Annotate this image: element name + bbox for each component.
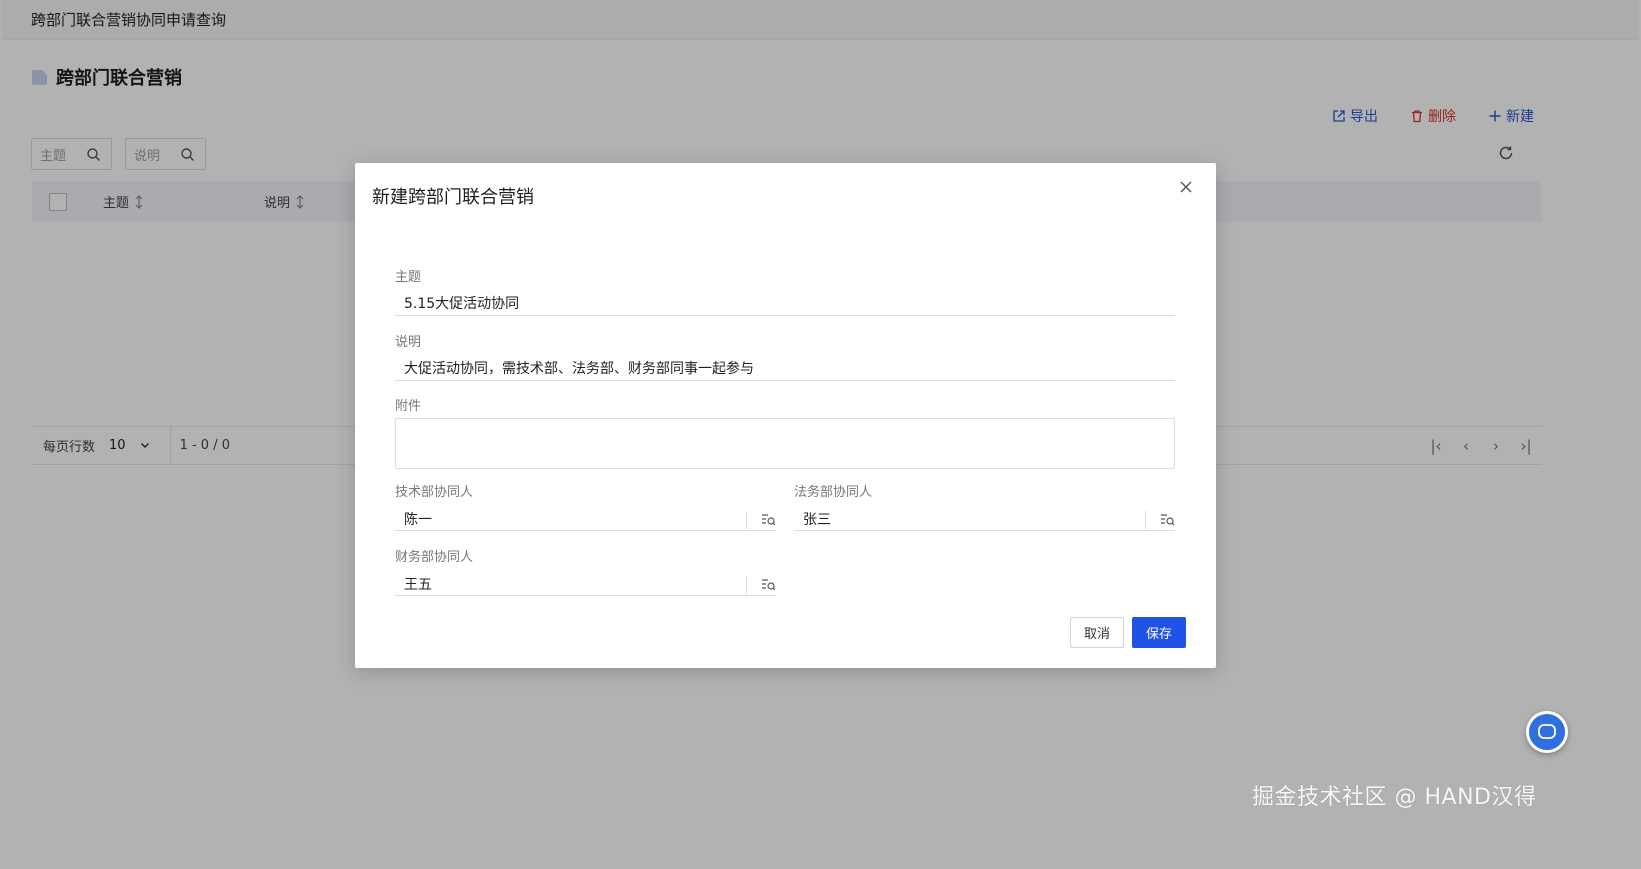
assistant-float-button[interactable] bbox=[1526, 711, 1568, 753]
lookup-icon[interactable] bbox=[746, 575, 776, 594]
description-label: 说明 bbox=[395, 335, 422, 350]
attachment-upload-area[interactable] bbox=[395, 418, 1175, 469]
tech-collaborator-field: 技术部协同人 陈一 bbox=[395, 481, 776, 531]
subject-label: 主题 bbox=[395, 270, 422, 285]
subject-field: 主题 5.15大促活动协同 bbox=[395, 266, 1175, 316]
description-input[interactable]: 大促活动协同，需技术部、法务部、财务部同事一起参与 bbox=[395, 359, 1175, 381]
close-icon[interactable] bbox=[1178, 179, 1194, 195]
watermark: 掘金技术社区 @ HAND汉得 bbox=[1252, 785, 1537, 810]
tech-collaborator-lookup[interactable]: 陈一 bbox=[395, 509, 776, 531]
finance-collaborator-field: 财务部协同人 王五 bbox=[395, 546, 776, 596]
chat-bot-icon bbox=[1538, 724, 1556, 739]
create-dialog: 新建跨部门联合营销 主题 5.15大促活动协同 说明 大促活动协同，需技术部、法… bbox=[355, 163, 1216, 668]
save-button[interactable]: 保存 bbox=[1132, 617, 1186, 648]
legal-collaborator-label: 法务部协同人 bbox=[794, 485, 873, 500]
description-field: 说明 大促活动协同，需技术部、法务部、财务部同事一起参与 bbox=[395, 331, 1175, 381]
cancel-button[interactable]: 取消 bbox=[1070, 617, 1124, 648]
finance-collaborator-lookup[interactable]: 王五 bbox=[395, 574, 776, 596]
tech-collaborator-value: 陈一 bbox=[404, 511, 432, 528]
lookup-icon[interactable] bbox=[1145, 510, 1175, 529]
attachment-field: 附件 bbox=[395, 395, 1175, 469]
tech-collaborator-label: 技术部协同人 bbox=[395, 485, 474, 500]
legal-collaborator-lookup[interactable]: 张三 bbox=[794, 509, 1175, 531]
dialog-title: 新建跨部门联合营销 bbox=[372, 187, 534, 208]
subject-input[interactable]: 5.15大促活动协同 bbox=[395, 294, 1175, 316]
lookup-icon[interactable] bbox=[746, 510, 776, 529]
legal-collaborator-field: 法务部协同人 张三 bbox=[794, 481, 1175, 531]
finance-collaborator-label: 财务部协同人 bbox=[395, 550, 474, 565]
finance-collaborator-value: 王五 bbox=[404, 576, 432, 593]
legal-collaborator-value: 张三 bbox=[803, 511, 831, 528]
attachment-label: 附件 bbox=[395, 399, 422, 414]
